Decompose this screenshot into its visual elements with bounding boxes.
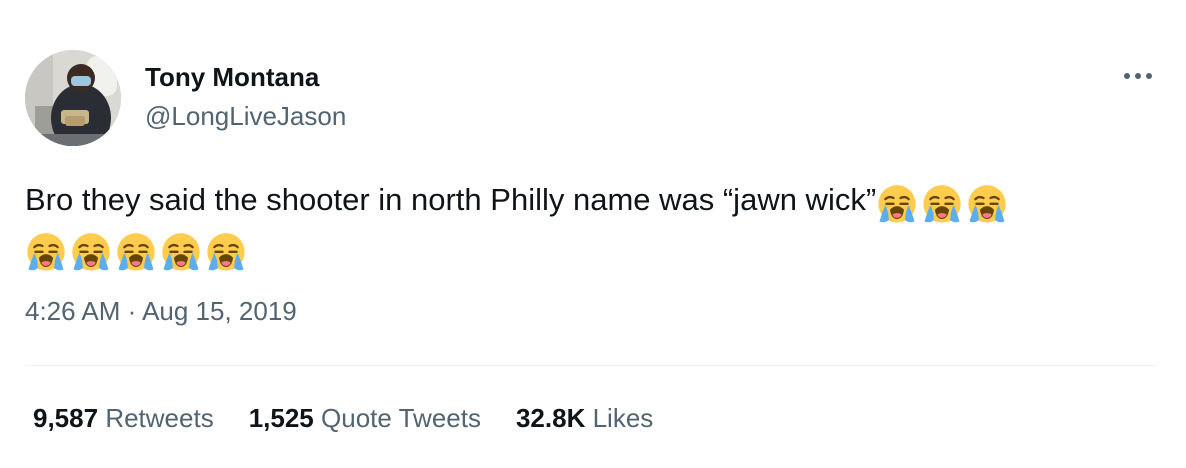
loudly-crying-face-icon: [968, 185, 1006, 223]
avatar[interactable]: [25, 50, 121, 146]
tweet-stats: 9,587 Retweets 1,525 Quote Tweets 32.8K Li…: [33, 402, 688, 434]
likes-count: 32.8K: [515, 403, 586, 433]
tweet-timestamp[interactable]: 4:26 AM · Aug 15, 2019: [25, 295, 297, 327]
likes-label: Likes: [592, 403, 654, 433]
user-handle[interactable]: @LongLiveJason: [145, 100, 346, 132]
loudly-crying-face-icon: [878, 185, 916, 223]
tweet-text: Bro they said the shooter in north Phill…: [25, 178, 1155, 276]
more-horizontal-icon[interactable]: [1118, 64, 1158, 88]
loudly-crying-face-icon: [27, 233, 65, 271]
retweets-count: 9,587: [33, 403, 99, 433]
tweet-body: Bro they said the shooter in north Phill…: [25, 182, 877, 217]
quote-tweets-label: Quote Tweets: [321, 403, 481, 433]
loudly-crying-face-icon: [207, 233, 245, 271]
emoji-group: [876, 184, 1011, 230]
loudly-crying-face-icon: [923, 185, 961, 223]
divider: [25, 365, 1158, 366]
retweets-label: Retweets: [105, 403, 214, 433]
display-name[interactable]: Tony Montana: [145, 61, 319, 93]
quote-tweets-count: 1,525: [248, 403, 314, 433]
tweet-card: Tony Montana @LongLiveJason Bro they sai…: [0, 0, 1186, 468]
quote-tweets-stat[interactable]: 1,525 Quote Tweets: [249, 402, 481, 434]
loudly-crying-face-icon: [117, 233, 155, 271]
retweets-stat[interactable]: 9,587 Retweets: [33, 402, 214, 434]
loudly-crying-face-icon: [72, 233, 110, 271]
likes-stat[interactable]: 32.8K Likes: [516, 402, 653, 434]
emoji-group: [25, 232, 1155, 276]
loudly-crying-face-icon: [162, 233, 200, 271]
